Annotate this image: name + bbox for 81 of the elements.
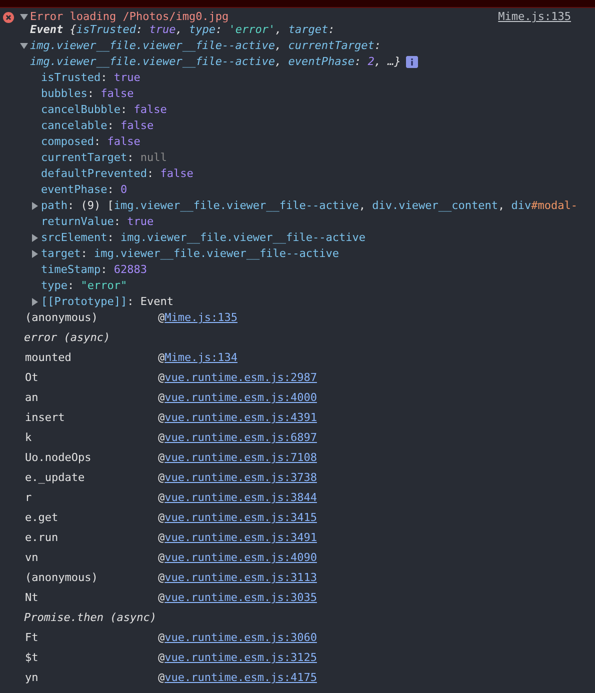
function-name: Ot — [25, 370, 40, 386]
at-sign: @ — [158, 430, 165, 446]
event-summary-line: img.viewer__file.viewer__file--active, eventPhase: 2, …} — [30, 54, 401, 70]
property-line: defaultPrevented: false — [41, 166, 194, 182]
source-link[interactable]: vue.runtime.esm.js:4000 — [164, 388, 317, 408]
error-message: Error loading /Photos/img0.jpg — [30, 9, 230, 24]
info-icon[interactable] — [406, 56, 418, 68]
source-link[interactable]: vue.runtime.esm.js:3060 — [164, 628, 317, 648]
source-link[interactable]: vue.runtime.esm.js:3738 — [164, 468, 317, 488]
event-summary-line: Event {isTrusted: true, type: 'error', target: — [30, 22, 335, 38]
function-name: Uo.nodeOps — [25, 450, 92, 466]
source-link[interactable]: Mime.js:135 — [164, 308, 238, 328]
function-name: (anonymous) — [25, 310, 99, 326]
at-sign: @ — [158, 670, 165, 686]
collapse-arrow-icon[interactable] — [31, 234, 39, 242]
property-line: cancelable: false — [41, 118, 154, 134]
collapse-arrow-icon[interactable] — [31, 202, 39, 210]
source-link[interactable]: vue.runtime.esm.js:3415 — [164, 508, 317, 528]
function-name: $t — [25, 650, 40, 666]
at-sign: @ — [158, 350, 165, 366]
async-label: error (async) — [23, 330, 112, 346]
property-line: srcElement: img.viewer__file.viewer__file--active — [41, 230, 366, 246]
property-line: timeStamp: 62883 — [41, 262, 147, 278]
at-sign: @ — [158, 530, 165, 546]
function-name: (anonymous) — [25, 570, 99, 586]
at-sign: @ — [158, 510, 165, 526]
expand-arrow-icon[interactable] — [20, 42, 28, 50]
source-link[interactable]: vue.runtime.esm.js:4090 — [164, 548, 317, 568]
property-line: composed: false — [41, 134, 140, 150]
source-link[interactable]: vue.runtime.esm.js:6897 — [164, 428, 317, 448]
source-link[interactable]: vue.runtime.esm.js:3113 — [164, 568, 317, 588]
at-sign: @ — [158, 590, 165, 606]
function-name: an — [25, 390, 40, 406]
property-line: isTrusted: true — [41, 70, 140, 86]
at-sign: @ — [158, 570, 165, 586]
at-sign: @ — [158, 370, 165, 386]
property-line: bubbles: false — [41, 86, 134, 102]
async-label: Promise.then (async) — [23, 610, 158, 626]
at-sign: @ — [158, 450, 165, 466]
property-line: type: "error" — [41, 278, 128, 294]
function-name: insert — [25, 410, 66, 426]
source-link[interactable]: Mime.js:135 — [498, 9, 571, 25]
source-link[interactable]: vue.runtime.esm.js:3125 — [164, 648, 317, 668]
error-icon — [3, 12, 14, 22]
source-link[interactable]: Mime.js:134 — [164, 348, 238, 368]
source-link[interactable]: vue.runtime.esm.js:4175 — [164, 668, 317, 688]
at-sign: @ — [158, 490, 165, 506]
function-name: k — [25, 430, 33, 446]
at-sign: @ — [158, 410, 165, 426]
property-line: [[Prototype]]: Event — [41, 294, 174, 310]
collapse-arrow-icon[interactable] — [31, 298, 39, 306]
function-name: yn — [25, 670, 40, 686]
function-name: mounted — [25, 350, 72, 366]
source-link[interactable]: vue.runtime.esm.js:3491 — [164, 528, 317, 548]
expand-arrow-icon[interactable] — [20, 13, 28, 21]
source-link[interactable]: vue.runtime.esm.js:3035 — [164, 588, 317, 608]
property-line: path: (9) [img.viewer__file.viewer__file--active, div.viewer__content, div#modal- — [41, 198, 578, 214]
function-name: Nt — [25, 590, 40, 606]
source-link[interactable]: vue.runtime.esm.js:4391 — [164, 408, 317, 428]
at-sign: @ — [158, 550, 165, 566]
collapse-arrow-icon[interactable] — [31, 250, 39, 258]
at-sign: @ — [158, 310, 165, 326]
property-line: cancelBubble: false — [41, 102, 167, 118]
function-name: e.run — [25, 530, 60, 546]
function-name: e.get — [25, 510, 60, 526]
function-name: e._update — [25, 470, 86, 486]
at-sign: @ — [158, 390, 165, 406]
at-sign: @ — [158, 470, 165, 486]
property-line: target: img.viewer__file.viewer__file--active — [41, 246, 340, 262]
property-line: returnValue: true — [41, 214, 154, 230]
at-sign: @ — [158, 630, 165, 646]
at-sign: @ — [158, 650, 165, 666]
function-name: r — [25, 490, 33, 506]
source-link[interactable]: vue.runtime.esm.js:2987 — [164, 368, 317, 388]
function-name: Ft — [25, 630, 40, 646]
property-line: currentTarget: null — [41, 150, 167, 166]
function-name: vn — [25, 550, 40, 566]
event-summary-line: img.viewer__file.viewer__file--active, currentTarget: — [30, 38, 382, 54]
property-line: eventPhase: 0 — [41, 182, 128, 198]
source-link[interactable]: vue.runtime.esm.js:7108 — [164, 448, 317, 468]
source-link[interactable]: vue.runtime.esm.js:3844 — [164, 488, 317, 508]
